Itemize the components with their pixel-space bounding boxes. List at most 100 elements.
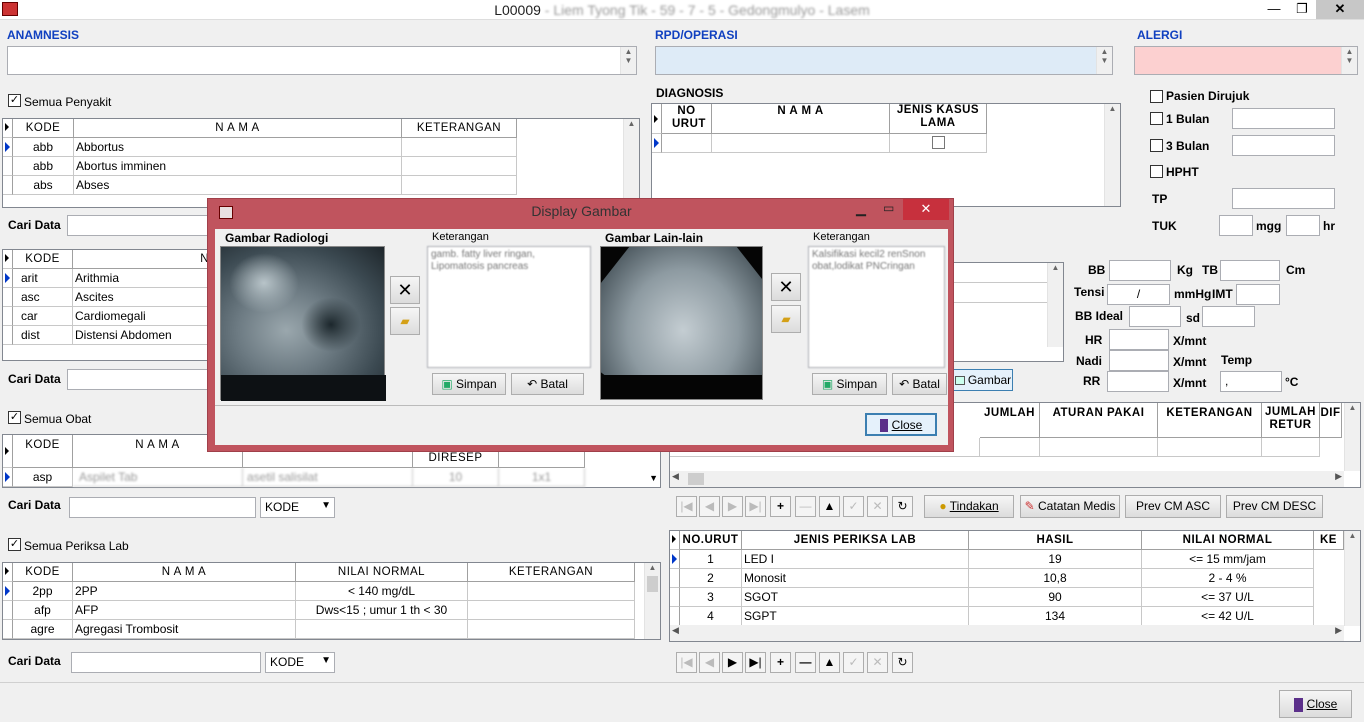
table-row[interactable]: Aspilet Tab — [73, 468, 243, 487]
table-row[interactable]: asc — [13, 288, 73, 307]
tuk-mgg-input[interactable] — [1219, 215, 1253, 236]
table-row[interactable]: <= 42 U/L — [1142, 607, 1314, 626]
table-row[interactable]: Dws<15 ; umur 1 th < 30 — [296, 601, 468, 620]
close-button[interactable]: Close — [1279, 690, 1352, 718]
tindakan-button[interactable]: ● Tindakan — [924, 495, 1014, 518]
col-jenis-kasus[interactable]: JENIS KASUS LAMA — [890, 104, 987, 134]
table-row[interactable]: 1 — [680, 550, 742, 569]
next-record-button[interactable]: ▶ — [722, 652, 743, 673]
table-row[interactable] — [402, 157, 517, 176]
hasil-lab-grid[interactable]: NO.URUT JENIS PERIKSA LAB HASIL NILAI NO… — [669, 530, 1361, 642]
anamnesis-input[interactable]: ▲ ▼ — [7, 46, 637, 75]
table-row[interactable]: < 140 mg/dL — [296, 582, 468, 601]
delete-record-button[interactable]: — — [795, 496, 816, 517]
1-bulan-input[interactable] — [1232, 108, 1335, 129]
penyakit-grid[interactable]: KODE N A M A KETERANGAN abb Abbortus abb… — [2, 118, 640, 208]
dialog-close-action-button[interactable]: Close — [865, 413, 937, 436]
table-row[interactable]: 2pp — [13, 582, 73, 601]
table-row[interactable]: afp — [13, 601, 73, 620]
minimize-button[interactable]: — — [1260, 0, 1288, 19]
post-record-button[interactable]: ✓ — [843, 496, 864, 517]
rr-input[interactable] — [1107, 371, 1169, 392]
nadi-input[interactable] — [1109, 350, 1169, 371]
first-record-button[interactable]: |◀ — [676, 496, 697, 517]
browse-lain-button[interactable]: ▰ — [771, 305, 801, 333]
tindakan-list[interactable]: ▲ — [950, 262, 1064, 362]
tp-input[interactable] — [1232, 188, 1335, 209]
table-row[interactable] — [296, 620, 468, 639]
grid-scroll-right[interactable]: ▼ — [649, 473, 658, 483]
table-row[interactable]: arit — [13, 269, 73, 288]
browse-radiologi-button[interactable]: ▰ — [390, 307, 420, 335]
maximize-button[interactable]: ❐ — [1288, 0, 1316, 19]
col-kode[interactable]: KODE — [13, 250, 73, 269]
col-no-urut[interactable]: NO.URUT — [680, 531, 742, 550]
table-row[interactable]: Abses — [74, 176, 402, 195]
delete-radiologi-button[interactable]: ✕ — [390, 276, 420, 304]
table-row[interactable]: agre — [13, 620, 73, 639]
gejala-search-input[interactable] — [67, 369, 212, 390]
prev-cm-asc-button[interactable]: Prev CM ASC — [1125, 495, 1221, 518]
table-row[interactable]: abs — [13, 176, 74, 195]
table-row[interactable]: Abortus imminen — [74, 157, 402, 176]
col-nama[interactable]: N A M A — [73, 563, 296, 582]
keterangan-lain-input[interactable]: Kalsifikasi kecil2 renSnon obat,lodikat … — [808, 246, 945, 368]
obat-search-input[interactable] — [69, 497, 256, 518]
bb-ideal-input[interactable] — [1129, 306, 1181, 327]
col-aturan-pakai[interactable]: ATURAN PAKAI — [1040, 403, 1158, 438]
dialog-maximize-button[interactable]: ▭ — [883, 201, 894, 215]
col-kode[interactable]: KODE — [13, 563, 73, 582]
table-row[interactable] — [662, 134, 712, 153]
delete-lain-button[interactable]: ✕ — [771, 273, 801, 301]
col-nilai-normal[interactable]: NILAI NORMAL — [296, 563, 468, 582]
col-no-urut[interactable]: NO URUT — [662, 104, 712, 134]
col-keterangan[interactable]: KE — [1314, 531, 1344, 550]
col-jenis-periksa[interactable]: JENIS PERIKSA LAB — [742, 531, 969, 550]
lab-scrollbar[interactable]: ▲ — [644, 563, 660, 639]
table-row[interactable] — [402, 176, 517, 195]
table-row[interactable]: 2 — [680, 569, 742, 588]
col-nama[interactable]: N A M A — [712, 104, 890, 134]
col-dif[interactable]: DIF — [1320, 403, 1342, 438]
simpan-lain-button[interactable]: ▣ Simpan — [812, 373, 887, 395]
table-row[interactable]: 2PP — [73, 582, 296, 601]
tb-input[interactable] — [1220, 260, 1280, 281]
add-record-button[interactable]: + — [770, 652, 791, 673]
alergi-input[interactable]: ▲ ▼ — [1134, 46, 1358, 75]
col-nama[interactable]: N A M A — [74, 119, 402, 138]
lab-filter-select[interactable]: KODE ▼ — [265, 652, 335, 673]
edit-record-button[interactable]: ▲ — [819, 496, 840, 517]
jenis-kasus-checkbox[interactable] — [932, 136, 945, 149]
keterangan-radiologi-input[interactable]: gamb. fatty liver ringan, Lipomatosis pa… — [427, 246, 591, 368]
simpan-radiologi-button[interactable]: ▣ Simpan — [432, 373, 506, 395]
hasil-lab-scrollbar[interactable]: ▲ — [1344, 531, 1360, 626]
batal-radiologi-button[interactable]: ↶ Batal — [511, 373, 584, 395]
hpht-checkbox[interactable] — [1150, 165, 1163, 178]
catatan-medis-button[interactable]: ✎ Catatan Medis — [1020, 495, 1120, 518]
table-row[interactable]: Abbortus — [74, 138, 402, 157]
hasil-lab-hscrollbar[interactable]: ◀ ▶ — [670, 625, 1344, 641]
obat-filter-select[interactable]: KODE ▼ — [260, 497, 335, 518]
first-record-button[interactable]: |◀ — [676, 652, 697, 673]
table-row[interactable] — [468, 601, 635, 620]
table-row[interactable]: AFP — [73, 601, 296, 620]
col-keterangan[interactable]: KETERANGAN — [1158, 403, 1262, 438]
dialog-minimize-button[interactable]: ▁ — [856, 201, 866, 217]
table-row[interactable] — [402, 138, 517, 157]
rpd-input[interactable]: ▲ ▼ — [655, 46, 1113, 75]
close-window-button[interactable]: ✕ — [1316, 0, 1364, 19]
table-row[interactable]: 134 — [969, 607, 1142, 626]
table-row[interactable]: 10,8 — [969, 569, 1142, 588]
table-row[interactable]: LED I — [742, 550, 969, 569]
last-record-button[interactable]: ▶| — [745, 496, 766, 517]
col-keterangan[interactable]: KETERANGAN — [468, 563, 635, 582]
table-row[interactable]: <= 37 U/L — [1142, 588, 1314, 607]
3-bulan-checkbox[interactable] — [1150, 139, 1163, 152]
diagnosis-scrollbar[interactable]: ▲ — [1104, 104, 1120, 206]
table-row[interactable]: 90 — [969, 588, 1142, 607]
table-row[interactable] — [890, 134, 987, 153]
radiologi-image[interactable] — [220, 246, 386, 401]
table-row[interactable]: 2 - 4 % — [1142, 569, 1314, 588]
resep-hscrollbar[interactable]: ◀ ▶ — [670, 471, 1344, 487]
table-row[interactable]: <= 15 mm/jam — [1142, 550, 1314, 569]
